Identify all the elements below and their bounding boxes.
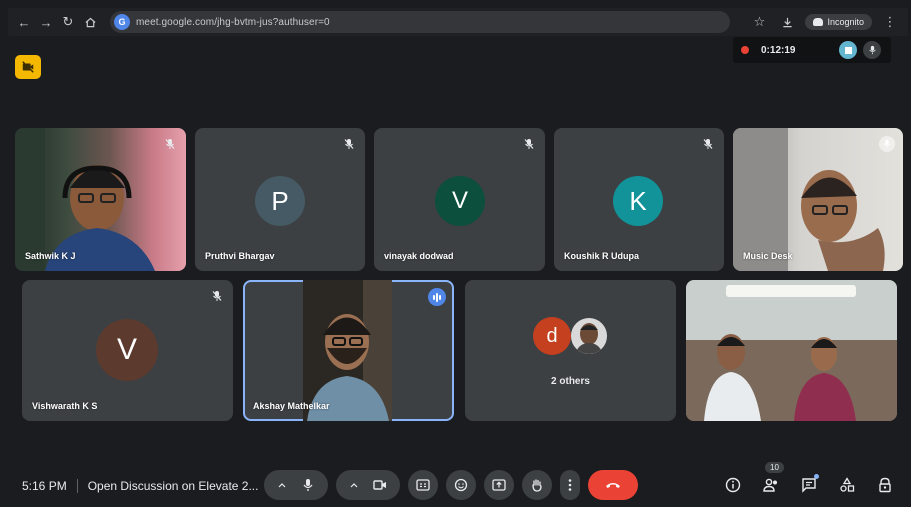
participant-name: Pruthvi Bhargav	[205, 251, 275, 261]
browser-menu-icon[interactable]: ⋮	[880, 12, 900, 32]
mic-muted-icon	[879, 136, 895, 152]
participant-name: Vishwarath K S	[32, 401, 98, 411]
mic-muted-icon	[209, 288, 225, 304]
emoji-icon	[454, 478, 468, 492]
others-tile[interactable]: d 2 others	[465, 280, 676, 421]
forward-icon[interactable]: →	[36, 12, 56, 32]
back-icon[interactable]: ←	[14, 12, 34, 32]
camera-off-indicator[interactable]	[15, 55, 41, 79]
call-controls	[264, 470, 638, 500]
participant-tile[interactable]	[686, 280, 897, 421]
lock-person-icon	[879, 477, 891, 493]
reactions-button[interactable]	[446, 470, 476, 500]
chat-button[interactable]	[798, 474, 820, 496]
download-icon[interactable]	[777, 12, 797, 32]
browser-toolbar: ← → ↻ G meet.google.com/jhg-bvtm-jus?aut…	[8, 8, 908, 36]
activities-button[interactable]	[836, 474, 858, 496]
participant-tile[interactable]: Music Desk	[733, 128, 903, 271]
microphone-control[interactable]	[264, 470, 328, 500]
microphone-icon	[868, 45, 876, 55]
participant-name: Akshay Mathelkar	[253, 401, 330, 411]
recording-time: 0:12:19	[761, 44, 796, 56]
participant-video	[303, 280, 392, 421]
present-screen-icon	[492, 479, 506, 491]
video-frame	[303, 280, 392, 421]
participant-name: Koushik R Udupa	[564, 251, 640, 261]
participant-video	[686, 280, 897, 421]
incognito-badge[interactable]: Incognito	[805, 14, 872, 30]
camera-control[interactable]	[336, 470, 400, 500]
closed-captions-icon	[416, 479, 430, 491]
mic-muted-icon	[521, 136, 537, 152]
current-time: 5:16 PM	[22, 479, 67, 493]
participant-tile[interactable]: V vinayak dodwad	[374, 128, 545, 271]
participant-avatar-photo	[569, 316, 609, 356]
recording-mic-button[interactable]	[863, 41, 881, 59]
people-button[interactable]: 10	[760, 462, 784, 496]
home-icon[interactable]	[80, 12, 100, 32]
speaking-indicator-icon	[428, 288, 446, 306]
participant-name: vinayak dodwad	[384, 251, 454, 261]
participant-tile-speaking[interactable]: Akshay Mathelkar	[243, 280, 454, 421]
site-info-icon[interactable]: G	[114, 14, 130, 30]
video-camera-icon[interactable]	[372, 479, 387, 491]
participant-avatar: P	[255, 176, 305, 226]
recording-indicator: 0:12:19	[733, 37, 891, 63]
url-text: meet.google.com/jhg-bvtm-jus?authuser=0	[136, 16, 330, 28]
meeting-details-button[interactable]	[722, 474, 744, 496]
incognito-label: Incognito	[827, 17, 864, 27]
video-frame	[686, 280, 897, 421]
notification-dot	[814, 474, 819, 479]
leave-call-button[interactable]	[588, 470, 638, 500]
more-options-button[interactable]	[560, 470, 580, 500]
info-icon	[725, 477, 741, 493]
host-controls-button[interactable]	[874, 474, 896, 496]
more-vertical-icon	[568, 479, 572, 491]
captions-button[interactable]	[408, 470, 438, 500]
meeting-title[interactable]: Open Discussion on Elevate 2...	[88, 479, 259, 493]
people-count-badge: 10	[765, 462, 784, 473]
recording-dot	[741, 46, 749, 54]
mic-muted-icon	[700, 136, 716, 152]
meeting-control-bar: 5:16 PM Open Discussion on Elevate 2...	[8, 462, 908, 506]
video-frame	[733, 128, 885, 271]
participant-name: Sathwik K J	[25, 251, 76, 261]
chevron-up-icon[interactable]	[278, 481, 286, 489]
participant-video	[15, 128, 186, 271]
side-panel-controls: 10	[722, 462, 896, 496]
address-bar[interactable]: G meet.google.com/jhg-bvtm-jus?authuser=…	[110, 11, 730, 33]
incognito-icon	[813, 18, 824, 26]
chevron-up-icon[interactable]	[350, 481, 358, 489]
mic-muted-icon	[162, 136, 178, 152]
raise-hand-icon	[532, 479, 542, 492]
participant-tile[interactable]: V Vishwarath K S	[22, 280, 233, 421]
participant-avatar: K	[613, 176, 663, 226]
microphone-icon[interactable]	[302, 478, 314, 492]
participant-tile[interactable]: K Koushik R Udupa	[554, 128, 724, 271]
activities-icon	[840, 477, 855, 492]
video-frame	[15, 128, 155, 271]
participant-avatar: d	[533, 317, 571, 355]
stop-icon	[844, 46, 852, 54]
people-icon	[763, 478, 777, 492]
browser-actions: ☆ Incognito ⋮	[749, 12, 908, 32]
bookmark-star-icon[interactable]: ☆	[749, 12, 769, 32]
mic-muted-icon	[341, 136, 357, 152]
reload-icon[interactable]: ↻	[58, 12, 78, 32]
stop-recording-button[interactable]	[839, 41, 857, 59]
participant-name: Music Desk	[743, 251, 793, 261]
participant-avatar: V	[96, 319, 158, 381]
participant-avatar: V	[435, 176, 485, 226]
nav-buttons: ← → ↻	[14, 12, 100, 32]
camera-off-icon	[22, 61, 34, 73]
present-screen-button[interactable]	[484, 470, 514, 500]
participant-tile[interactable]: Sathwik K J	[15, 128, 186, 271]
raise-hand-button[interactable]	[522, 470, 552, 500]
hang-up-icon	[606, 483, 620, 488]
participant-video	[733, 128, 903, 271]
participant-tile[interactable]: P Pruthvi Bhargav	[195, 128, 365, 271]
chat-icon	[802, 478, 816, 493]
divider	[76, 479, 78, 493]
others-count-label: 2 others	[551, 376, 590, 387]
